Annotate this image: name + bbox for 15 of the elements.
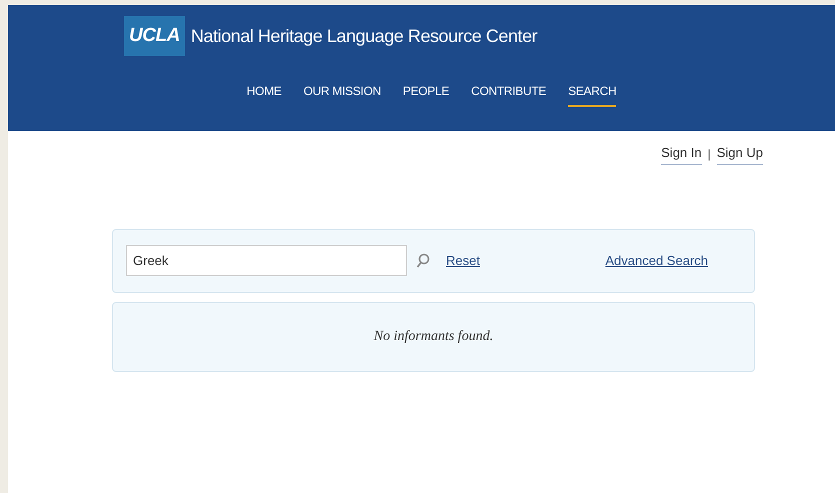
- logo[interactable]: UCLA: [124, 16, 185, 56]
- nav-link[interactable]: SEARCH: [568, 82, 616, 107]
- site-title: National Heritage Language Resource Center: [190, 24, 538, 48]
- sign-up-link[interactable]: Sign Up: [716, 143, 763, 164]
- advanced-search-link[interactable]: Advanced Search: [605, 250, 708, 270]
- nav-link[interactable]: HOME: [246, 82, 282, 107]
- search-icon[interactable]: [416, 252, 430, 268]
- no-results-message: No informants found.: [374, 328, 494, 346]
- reset-link[interactable]: Reset: [446, 250, 480, 270]
- nav-link[interactable]: CONTRIBUTE: [471, 82, 546, 107]
- sign-in-link[interactable]: Sign In: [661, 143, 702, 164]
- search-field[interactable]: Greek: [126, 245, 407, 276]
- nav-link[interactable]: PEOPLE: [402, 82, 450, 107]
- separator: |: [708, 146, 711, 163]
- nav-link[interactable]: OUR MISSION: [303, 82, 381, 107]
